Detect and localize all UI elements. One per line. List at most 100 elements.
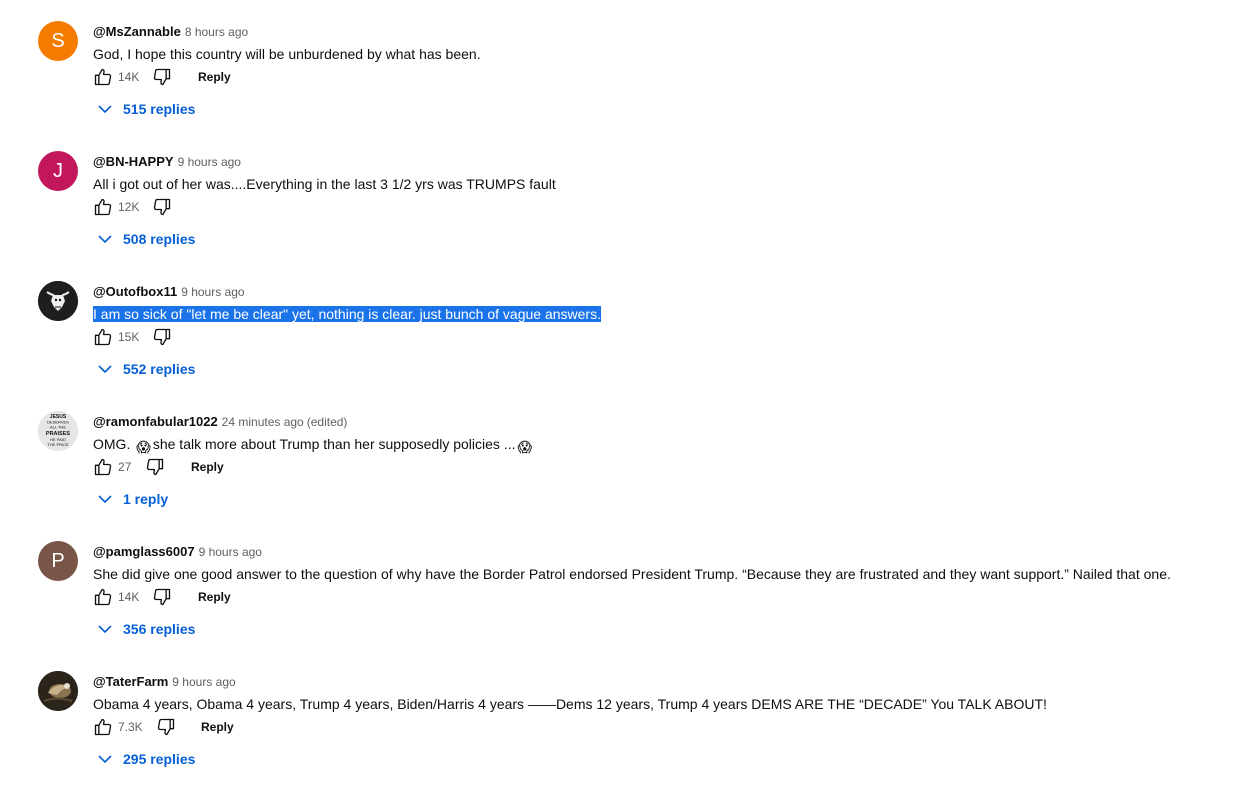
like-button[interactable]: [93, 716, 113, 738]
replies-count: 508 replies: [123, 231, 196, 247]
thumbs-down-icon: [157, 718, 175, 736]
comment-text-mid: she talk more about Trump than her suppo…: [152, 436, 516, 452]
comment-thread: @TaterFarm 9 hours ago Obama 4 years, Oba…: [0, 671, 1247, 801]
scream-emoji: 😱: [136, 439, 151, 455]
replies-count: 295 replies: [123, 751, 196, 767]
view-replies-button[interactable]: 508 replies: [97, 230, 195, 248]
thumbs-down-icon: [153, 68, 171, 86]
avatar-letter: S: [51, 29, 65, 52]
selected-text: I am so sick of "let me be clear" yet, n…: [93, 306, 601, 322]
reply-button[interactable]: Reply: [191, 459, 224, 475]
bull-logo-avatar-icon: [38, 281, 78, 321]
avatar-letter: J: [53, 159, 63, 182]
comment-thread: @Outofbox11 9 hours ago I am so sick of "…: [0, 281, 1247, 411]
like-count: 7.3K: [118, 720, 143, 734]
comment-header: @ramonfabular1022 24 minutes ago (edited): [93, 414, 347, 430]
avatar-letter: P: [51, 549, 65, 572]
comment-text: Obama 4 years, Obama 4 years, Trump 4 ye…: [93, 696, 1047, 712]
like-button[interactable]: [93, 456, 113, 478]
comment-thread: S @MsZannable 8 hours ago God, I hope thi…: [0, 21, 1247, 151]
reply-button[interactable]: Reply: [201, 719, 234, 735]
comment-text: She did give one good answer to the ques…: [93, 566, 1171, 582]
comment-header: @MsZannable 8 hours ago: [93, 24, 248, 40]
comment-text: OMG. 😱 she talk more about Trump than her…: [93, 434, 534, 455]
comment-text: All i got out of her was....Everything i…: [93, 176, 556, 192]
avatar[interactable]: J: [38, 151, 78, 191]
like-count: 12K: [118, 200, 140, 214]
chevron-down-icon: [98, 105, 112, 114]
dislike-button[interactable]: [145, 456, 165, 478]
view-replies-button[interactable]: 1 reply: [97, 490, 168, 508]
dislike-button[interactable]: [156, 716, 176, 738]
comment-text-start: OMG.: [93, 436, 135, 452]
like-count: 27: [118, 460, 132, 474]
jesus-praises-badge-avatar-icon: JESUS DESERVES ALL THE PRAISES HE PAID T…: [38, 411, 78, 451]
dislike-button[interactable]: [152, 586, 172, 608]
avatar[interactable]: [38, 281, 78, 321]
thumbs-up-icon: [94, 68, 112, 86]
edited-label: (edited): [306, 415, 348, 429]
comment-header: @TaterFarm 9 hours ago: [93, 674, 236, 690]
comment-thread: P @pamglass6007 9 hours ago She did give …: [0, 541, 1247, 671]
timestamp-link[interactable]: 9 hours ago: [172, 675, 235, 689]
view-replies-button[interactable]: 515 replies: [97, 100, 195, 118]
chevron-down-icon: [98, 495, 112, 504]
thumbs-down-icon: [153, 588, 171, 606]
avatar[interactable]: P: [38, 541, 78, 581]
thumbs-up-icon: [94, 458, 112, 476]
comment-header: @Outofbox11 9 hours ago: [93, 284, 245, 300]
like-button[interactable]: [93, 326, 113, 348]
thumbs-up-icon: [94, 588, 112, 606]
timestamp-link[interactable]: 8 hours ago: [185, 25, 248, 39]
chevron-down-icon: [98, 365, 112, 374]
author-name[interactable]: @pamglass6007: [93, 544, 195, 559]
chevron-down-icon: [98, 755, 112, 764]
author-name[interactable]: @BN-HAPPY: [93, 154, 174, 169]
thumbs-up-icon: [94, 718, 112, 736]
like-button[interactable]: [93, 586, 113, 608]
dislike-button[interactable]: [152, 66, 172, 88]
timestamp-link[interactable]: 9 hours ago: [181, 285, 244, 299]
replies-count: 515 replies: [123, 101, 196, 117]
like-count: 14K: [118, 590, 140, 604]
timestamp-link[interactable]: 24 minutes ago: [222, 415, 304, 429]
like-button[interactable]: [93, 66, 113, 88]
chevron-down-icon: [98, 625, 112, 634]
comments-section: S @MsZannable 8 hours ago God, I hope thi…: [0, 0, 1247, 787]
scream-emoji: 😱: [517, 439, 533, 455]
avatar[interactable]: [38, 671, 78, 711]
reply-button[interactable]: Reply: [198, 69, 231, 85]
timestamp-link[interactable]: 9 hours ago: [199, 545, 262, 559]
comment-header: @pamglass6007 9 hours ago: [93, 544, 262, 560]
dislike-button[interactable]: [152, 196, 172, 218]
thumbs-down-icon: [153, 198, 171, 216]
view-replies-button[interactable]: 552 replies: [97, 360, 195, 378]
author-name[interactable]: @MsZannable: [93, 24, 181, 39]
avatar[interactable]: JESUS DESERVES ALL THE PRAISES HE PAID T…: [38, 411, 78, 451]
dislike-button[interactable]: [152, 326, 172, 348]
view-replies-button[interactable]: 356 replies: [97, 620, 195, 638]
author-name[interactable]: @ramonfabular1022: [93, 414, 218, 429]
replies-count: 1 reply: [123, 491, 169, 507]
author-name[interactable]: @TaterFarm: [93, 674, 168, 689]
badge-line: THE PRICE: [47, 442, 69, 447]
replies-count: 356 replies: [123, 621, 196, 637]
reply-button[interactable]: Reply: [198, 589, 231, 605]
timestamp-link[interactable]: 9 hours ago: [178, 155, 241, 169]
like-count: 15K: [118, 330, 140, 344]
author-name[interactable]: @Outofbox11: [93, 284, 177, 299]
like-button[interactable]: [93, 196, 113, 218]
comment-thread: JESUS DESERVES ALL THE PRAISES HE PAID T…: [0, 411, 1247, 541]
comment-text: God, I hope this country will be unburde…: [93, 46, 481, 62]
chevron-down-icon: [98, 235, 112, 244]
comment-header: @BN-HAPPY 9 hours ago: [93, 154, 241, 170]
comment-thread: J @BN-HAPPY 9 hours ago All i got out of …: [0, 151, 1247, 281]
thumbs-up-icon: [94, 198, 112, 216]
avatar[interactable]: S: [38, 21, 78, 61]
thumbs-down-icon: [153, 328, 171, 346]
thumbs-up-icon: [94, 328, 112, 346]
comment-text: I am so sick of "let me be clear" yet, n…: [93, 304, 601, 324]
replies-count: 552 replies: [123, 361, 196, 377]
like-count: 14K: [118, 70, 140, 84]
view-replies-button[interactable]: 295 replies: [97, 750, 195, 768]
